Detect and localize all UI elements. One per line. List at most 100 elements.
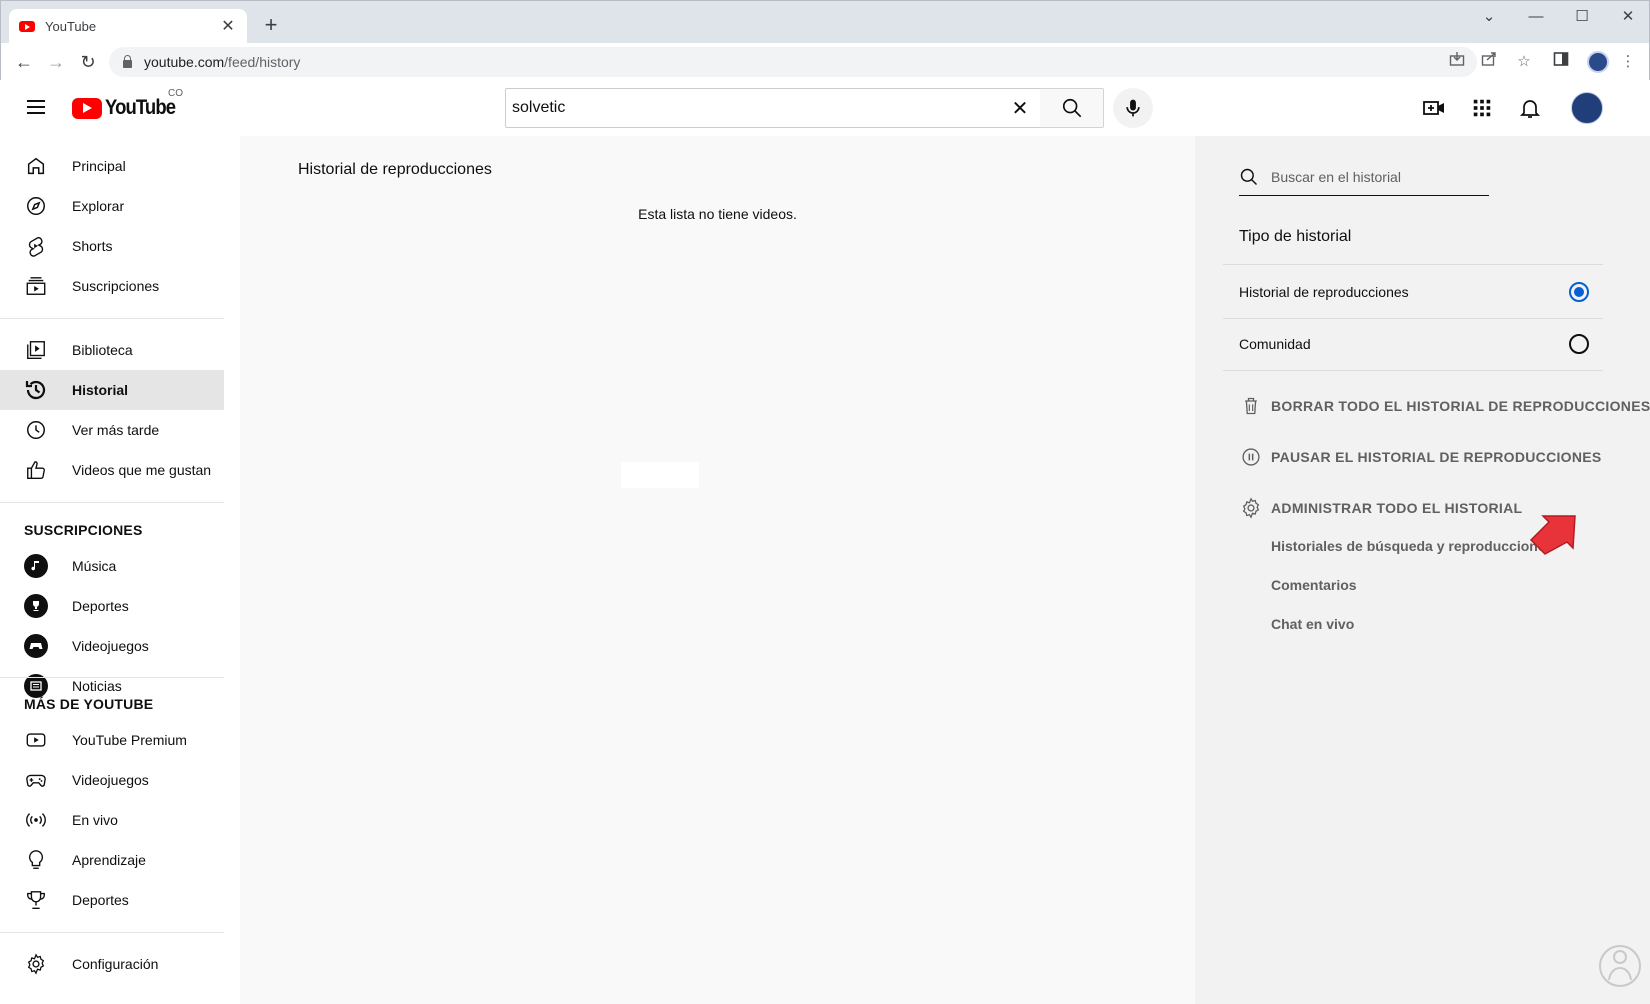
guide-item-videojuegos[interactable]: Videojuegos	[12, 760, 224, 800]
create-video-icon[interactable]	[1420, 94, 1448, 122]
voice-search-button[interactable]	[1113, 88, 1153, 128]
live-icon	[24, 808, 48, 832]
youtube-logo[interactable]: YouTube CO	[72, 88, 185, 120]
new-tab-button[interactable]: +	[259, 13, 283, 37]
guide-item-aprendizaje[interactable]: Aprendizaje	[12, 840, 224, 880]
shorts-icon	[24, 234, 48, 258]
empty-list-message: Esta lista no tiene videos.	[638, 206, 797, 222]
tab-strip: YouTube ✕ + ⌄ — ☐ ✕	[1, 1, 1649, 43]
sports-channel-icon	[24, 594, 48, 618]
search-input[interactable]	[512, 99, 1008, 117]
clear-search-icon[interactable]: ✕	[1008, 96, 1032, 121]
music-channel-icon	[24, 554, 48, 578]
watermark-logo-icon	[1598, 940, 1642, 996]
clock-icon	[24, 418, 48, 442]
install-app-icon[interactable]	[1449, 51, 1471, 73]
youtube-play-logo-icon	[72, 97, 102, 119]
guide-label: Configuración	[72, 956, 159, 972]
hamburger-menu-icon[interactable]	[24, 96, 48, 120]
tab-search-icon[interactable]: ⌄	[1474, 5, 1504, 29]
minimize-icon[interactable]: —	[1521, 5, 1551, 29]
guide-label: Explorar	[72, 198, 125, 214]
account-avatar[interactable]	[1571, 92, 1603, 124]
guide-divider	[0, 677, 224, 678]
guide-label: Deportes	[72, 598, 129, 614]
action-label: BORRAR TODO EL HISTORIAL DE REPRODUCCION…	[1271, 398, 1650, 414]
guide-item-biblioteca[interactable]: Biblioteca	[12, 330, 224, 370]
guide-label: Principal	[72, 158, 126, 174]
search-button[interactable]	[1040, 88, 1104, 128]
lightbulb-icon	[24, 848, 48, 872]
link-live-chat[interactable]: Chat en vivo	[1271, 616, 1354, 632]
gear-icon	[24, 952, 48, 976]
share-icon[interactable]	[1481, 51, 1503, 73]
guide-label: YouTube Premium	[72, 732, 187, 748]
maximize-icon[interactable]: ☐	[1567, 5, 1597, 29]
guide-item-configuracion[interactable]: Configuración	[12, 944, 224, 984]
reload-icon[interactable]: ↻	[75, 49, 101, 75]
panel-divider	[1223, 264, 1603, 265]
guide-item-musica[interactable]: Música	[12, 546, 224, 586]
notifications-bell-icon[interactable]	[1516, 94, 1544, 122]
guide-item-shorts[interactable]: Shorts	[12, 226, 224, 266]
apps-grid-icon[interactable]	[1468, 94, 1496, 122]
radio-selected[interactable]	[1569, 282, 1589, 302]
guide-label: Videos que me gustan	[72, 462, 212, 478]
logo-wordmark: YouTube	[105, 96, 176, 119]
tab-close-icon[interactable]: ✕	[219, 16, 237, 36]
page-title: Historial de reproducciones	[298, 161, 492, 178]
forward-icon[interactable]: →	[43, 49, 69, 75]
microphone-icon	[1126, 99, 1140, 117]
gear-icon	[1239, 496, 1263, 520]
guide-item-historial[interactable]: Historial	[0, 370, 224, 410]
guide-item-youtube-premium[interactable]: YouTube Premium	[12, 720, 224, 760]
browser-toolbar: ← → ↻ youtube.com/feed/history ☆ ⋮	[1, 43, 1649, 81]
bookmark-star-icon[interactable]: ☆	[1513, 51, 1535, 73]
browser-tab[interactable]: YouTube ✕	[9, 9, 247, 43]
youtube-header: YouTube CO ✕	[0, 80, 1650, 136]
guide-divider	[0, 318, 224, 319]
window-close-icon[interactable]: ✕	[1613, 5, 1643, 29]
link-search-watch-history[interactable]: Historiales de búsqueda y reproducciones	[1271, 538, 1553, 554]
guide-label: Suscripciones	[72, 278, 160, 294]
browser-profile-avatar[interactable]	[1587, 51, 1609, 73]
guide-item-principal[interactable]: Principal	[12, 146, 224, 186]
browser-chrome: YouTube ✕ + ⌄ — ☐ ✕ ← → ↻ youtube.com/fe…	[0, 0, 1650, 81]
guide-label: Música	[72, 558, 117, 574]
manage-history-button[interactable]: ADMINISTRAR TODO EL HISTORIAL	[1239, 493, 1522, 523]
clear-history-button[interactable]: BORRAR TODO EL HISTORIAL DE REPRODUCCION…	[1239, 391, 1650, 421]
option-label: Comunidad	[1239, 336, 1311, 352]
option-historial-reproducciones[interactable]: Historial de reproducciones	[1239, 266, 1589, 318]
history-main-content: Historial de reproducciones Esta lista n…	[240, 136, 1195, 1004]
guide-item-ver-mas-tarde[interactable]: Ver más tarde	[12, 410, 224, 450]
option-comunidad[interactable]: Comunidad	[1239, 318, 1589, 370]
guide-label: Noticias	[72, 678, 122, 694]
guide-item-suscripciones[interactable]: Suscripciones	[12, 266, 224, 306]
pause-history-button[interactable]: PAUSAR EL HISTORIAL DE REPRODUCCIONES	[1239, 442, 1602, 472]
back-icon[interactable]: ←	[11, 49, 37, 75]
home-icon	[24, 154, 48, 178]
search-box[interactable]: ✕	[505, 88, 1041, 128]
history-search[interactable]	[1239, 158, 1489, 196]
guide-item-videojuegos-channel[interactable]: Videojuegos	[12, 626, 224, 666]
guide-item-videos-que-me-gustan[interactable]: Videos que me gustan	[12, 450, 224, 490]
history-search-input[interactable]	[1271, 168, 1489, 185]
youtube-premium-icon	[24, 728, 48, 752]
guide-label: Historial	[72, 382, 129, 398]
side-panel-icon[interactable]	[1553, 51, 1575, 73]
guide-label: Videojuegos	[72, 638, 149, 654]
link-comments[interactable]: Comentarios	[1271, 577, 1357, 593]
action-label: ADMINISTRAR TODO EL HISTORIAL	[1271, 500, 1523, 516]
search-icon	[1240, 168, 1258, 185]
guide-item-explorar[interactable]: Explorar	[12, 186, 224, 226]
trophy-icon	[24, 888, 48, 912]
guide-item-deportes-channel[interactable]: Deportes	[12, 586, 224, 626]
youtube-favicon-icon	[19, 20, 35, 32]
subscriptions-icon	[24, 274, 48, 298]
address-bar[interactable]: youtube.com/feed/history	[109, 47, 1477, 77]
radio-unselected[interactable]	[1569, 334, 1589, 354]
left-guide: Principal Explorar Shorts Suscripciones …	[0, 136, 240, 1004]
guide-item-en-vivo[interactable]: En vivo	[12, 800, 224, 840]
browser-menu-icon[interactable]: ⋮	[1617, 51, 1639, 73]
guide-item-deportes[interactable]: Deportes	[12, 880, 224, 920]
